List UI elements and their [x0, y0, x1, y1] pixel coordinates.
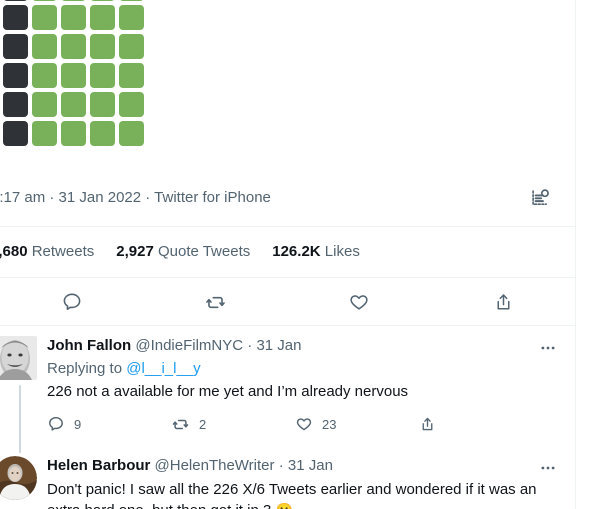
reply-author-name[interactable]: Helen Barbour — [47, 457, 150, 474]
reply-metric-share[interactable] — [419, 416, 436, 433]
wordle-cell-5-2 — [32, 121, 57, 146]
divider-above-replies — [0, 325, 575, 326]
divider-above-actions — [0, 277, 575, 278]
reply-header: Helen Barbour @HelenTheWriter · 31 Jan — [47, 453, 565, 476]
reply-date[interactable]: 31 Jan — [288, 457, 333, 474]
wordle-cell-4-5 — [119, 92, 144, 117]
reply-author-handle[interactable]: @IndieFilmNYC — [135, 337, 243, 354]
analytics-icon[interactable] — [523, 183, 557, 213]
reply-body: John Fallon @IndieFilmNYC · 31 Jan Reply… — [47, 333, 565, 402]
reply-metric-replies-count: 9 — [74, 416, 82, 432]
stat-quote-tweets[interactable]: 2,927 Quote Tweets — [116, 243, 250, 260]
reply-author-name[interactable]: John Fallon — [47, 337, 131, 354]
wordle-cell-2-4 — [90, 34, 115, 59]
wordle-cell-2-5 — [119, 34, 144, 59]
stat-quote-tweets-count: 2,927 — [116, 243, 154, 260]
reply-author-handle[interactable]: @HelenTheWriter — [155, 457, 275, 474]
replying-to-line: Replying to @l__i_l__y — [47, 356, 565, 379]
avatar[interactable] — [0, 336, 37, 380]
wordle-cell-1-4 — [90, 5, 115, 30]
stat-retweets-label: Retweets — [31, 243, 95, 260]
wordle-cell-2-2 — [32, 34, 57, 59]
reply-header: John Fallon @IndieFilmNYC · 31 Jan — [47, 333, 565, 356]
separator-dot: · — [247, 337, 253, 354]
wordle-cell-5-4 — [90, 121, 115, 146]
reply-metric-likes-count: 23 — [322, 416, 337, 432]
column-divider — [575, 0, 576, 509]
wordle-cell-1-2 — [32, 5, 57, 30]
wordle-cell-5-5 — [119, 121, 144, 146]
reply-body: Helen Barbour @HelenTheWriter · 31 Jan D… — [47, 453, 565, 509]
timeline-column: 2:17 am · 31 Jan 2022 · Twitter for iPho… — [0, 0, 575, 509]
stat-likes[interactable]: 126.2K Likes — [272, 243, 360, 260]
separator-dot: · — [278, 457, 284, 474]
more-options-icon[interactable] — [535, 338, 561, 358]
wordle-cell-1-3 — [61, 5, 86, 30]
stat-quote-tweets-label: Quote Tweets — [157, 243, 251, 260]
wordle-cell-4-2 — [32, 92, 57, 117]
stat-retweets[interactable]: 8,680 Retweets — [0, 243, 94, 260]
reply-text-line-2: extra hard one, but then got it in 3 — [47, 502, 271, 509]
wordle-cell-2-1 — [3, 34, 28, 59]
replying-to-mention[interactable]: @l__i_l__y — [126, 360, 200, 377]
stat-retweets-count: 8,680 — [0, 243, 28, 260]
wordle-cell-0-2 — [32, 0, 57, 1]
wordle-cell-1-5 — [119, 5, 144, 30]
wordle-cell-4-4 — [90, 92, 115, 117]
reply-text: 226 not a available for me yet and I’m a… — [47, 383, 409, 400]
wordle-cell-3-4 — [90, 63, 115, 88]
wordle-cell-5-3 — [61, 121, 86, 146]
wordle-cell-3-2 — [32, 63, 57, 88]
stat-likes-label: Likes — [324, 243, 360, 260]
wordle-cell-3-3 — [61, 63, 86, 88]
tweet-timestamp: 2:17 am · 31 Jan 2022 · Twitter for iPho… — [0, 189, 271, 206]
wordle-cell-3-1 — [3, 63, 28, 88]
wordle-cell-0-1 — [3, 0, 28, 1]
wordle-cell-0-4 — [90, 0, 115, 1]
grimacing-face-emoji: 😬 — [276, 502, 293, 509]
wordle-result-grid — [0, 0, 144, 146]
reply-metric-replies[interactable]: 9 — [47, 415, 171, 433]
stat-likes-count: 126.2K — [272, 243, 321, 260]
reply-metric-retweets[interactable]: 2 — [171, 415, 295, 434]
reply-item[interactable]: Helen Barbour @HelenTheWriter · 31 Jan D… — [0, 453, 575, 509]
reply-text-line-1: Don't panic! I saw all the 226 X/6 Tweet… — [47, 481, 537, 498]
reply-metric-likes[interactable]: 23 — [295, 415, 419, 433]
more-options-icon[interactable] — [535, 458, 561, 478]
replying-to-label: Replying to — [47, 360, 123, 377]
wordle-cell-1-1 — [3, 5, 28, 30]
reply-date[interactable]: 31 Jan — [256, 337, 301, 354]
retweet-icon[interactable] — [144, 285, 288, 319]
wordle-cell-5-1 — [3, 121, 28, 146]
like-icon[interactable] — [288, 285, 432, 319]
reply-icon[interactable] — [0, 285, 144, 319]
thread-connector-line — [19, 385, 21, 453]
share-icon[interactable] — [431, 285, 575, 319]
wordle-cell-4-1 — [3, 92, 28, 117]
avatar[interactable] — [0, 456, 37, 500]
tweet-detail-page: 2:17 am · 31 Jan 2022 · Twitter for iPho… — [0, 0, 598, 509]
reply-metrics: 9 2 23 — [47, 413, 497, 435]
wordle-cell-3-5 — [119, 63, 144, 88]
tweet-stats: 8,680 Retweets 2,927 Quote Tweets 126.2K L… — [0, 242, 382, 262]
wordle-cell-4-3 — [61, 92, 86, 117]
reply-item[interactable]: John Fallon @IndieFilmNYC · 31 Jan Reply… — [0, 333, 575, 453]
tweet-action-bar — [0, 285, 575, 319]
divider-above-stats — [0, 226, 575, 227]
reply-text: Don't panic! I saw all the 226 X/6 Tweet… — [47, 476, 565, 509]
wordle-cell-2-3 — [61, 34, 86, 59]
reply-metric-retweets-count: 2 — [199, 416, 207, 432]
wordle-cell-0-3 — [61, 0, 86, 1]
wordle-cell-0-5 — [119, 0, 144, 1]
